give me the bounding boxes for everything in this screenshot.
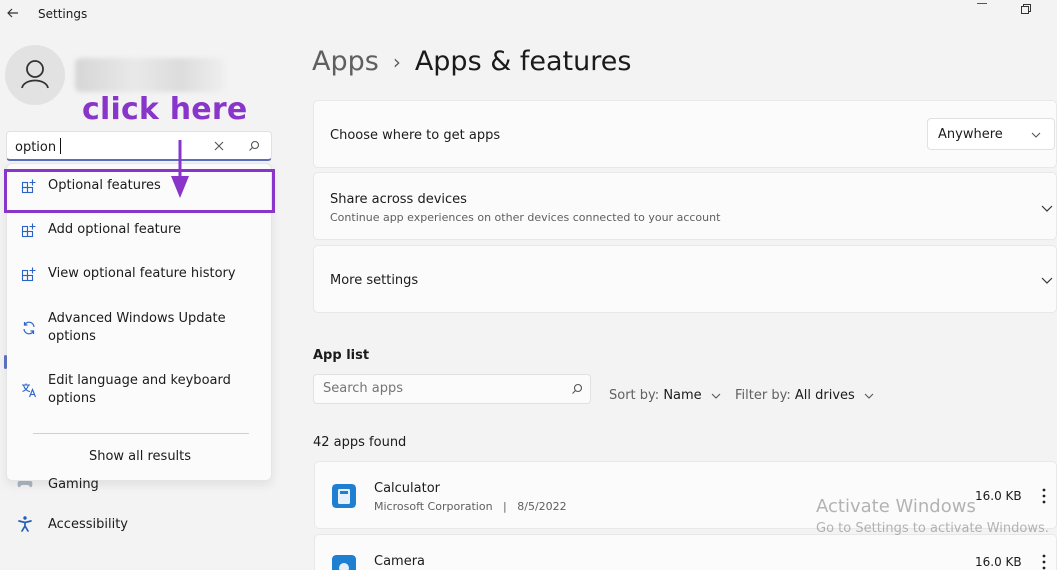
suggestion-label: Edit language and keyboard options (48, 373, 231, 406)
divider (33, 433, 249, 434)
highlight-box (4, 169, 275, 213)
settings-search-box[interactable] (6, 131, 272, 161)
search-icon (572, 383, 583, 394)
back-arrow-icon (7, 8, 18, 18)
meta-separator: | (503, 500, 507, 513)
camera-app-icon (332, 555, 356, 570)
more-options-icon[interactable] (1041, 487, 1047, 505)
suggestion-feature-history[interactable]: View optional feature history (7, 265, 271, 283)
suggestion-label: Add optional feature (48, 222, 182, 237)
suggestion-windows-update[interactable]: Advanced Windows Update options (7, 310, 271, 346)
gamepad-icon (17, 481, 33, 488)
sync-icon (23, 321, 35, 335)
breadcrumb-parent[interactable]: Apps (312, 46, 379, 77)
app-source-dropdown[interactable]: Anywhere (927, 118, 1055, 150)
suggestion-label: Advanced Windows Update options (48, 311, 226, 344)
calculator-app-icon (332, 484, 356, 508)
text-caret (60, 138, 61, 154)
chevron-down-icon (864, 393, 874, 399)
suggestion-label: View optional feature history (48, 266, 236, 281)
chevron-down-icon (1031, 132, 1041, 138)
minimize-icon (977, 3, 987, 4)
sidebar-item-gaming[interactable]: Gaming (16, 475, 99, 493)
page-title: Apps & features (414, 46, 632, 77)
person-icon (21, 60, 49, 89)
breadcrumb-separator-icon: › (392, 49, 401, 74)
app-list-heading: App list (313, 348, 370, 363)
sort-dropdown[interactable]: Sort by: Name (609, 388, 722, 403)
restore-icon (1021, 4, 1031, 14)
sort-label: Sort by: (609, 388, 660, 403)
more-options-icon[interactable] (1041, 553, 1047, 570)
card-title: More settings (330, 273, 419, 288)
activation-watermark-title: Activate Windows (816, 496, 976, 517)
restore-button[interactable] (1019, 0, 1033, 14)
card-subtitle: Continue app experiences on other device… (330, 211, 721, 224)
app-row-calculator[interactable]: Calculator Microsoft Corporation | 8/5/2… (314, 461, 1057, 529)
breadcrumb: Apps › Apps & features (312, 46, 631, 77)
filter-value: All drives (794, 388, 855, 403)
grid-plus-icon (21, 223, 36, 238)
filter-dropdown[interactable]: Filter by: All drives (735, 388, 875, 403)
clear-icon[interactable] (212, 139, 226, 153)
card-choose-source: Choose where to get apps Anywhere (313, 100, 1057, 168)
app-name: Camera (374, 554, 426, 569)
sidebar-item-label: Accessibility (48, 516, 128, 532)
chevron-down-icon[interactable] (1040, 201, 1054, 215)
filter-label: Filter by: (735, 388, 791, 403)
language-icon (22, 383, 37, 398)
apps-count: 42 apps found (313, 435, 407, 450)
window-title: Settings (38, 7, 88, 21)
annotation-arrow-icon (171, 140, 189, 198)
app-publisher: Microsoft Corporation (374, 500, 493, 513)
minimize-button[interactable] (973, 0, 991, 12)
sidebar-item-accessibility[interactable]: Accessibility (16, 515, 128, 533)
app-install-date: 8/5/2022 (517, 500, 567, 513)
card-share-across-devices[interactable]: Share across devices Continue app experi… (313, 172, 1057, 240)
card-more-settings[interactable]: More settings (313, 245, 1057, 313)
app-meta: Microsoft Corporation | 8/5/2022 (374, 500, 567, 513)
annotation-text: click here (82, 92, 248, 127)
user-name-redacted (75, 58, 225, 92)
grid-plus-icon (21, 267, 36, 282)
accessibility-icon (18, 516, 32, 532)
title-bar (0, 0, 1057, 30)
app-search-box[interactable] (313, 374, 591, 404)
chevron-down-icon (711, 393, 721, 399)
app-size: 16.0 KB (975, 489, 1022, 503)
card-title: Choose where to get apps (330, 128, 501, 143)
suggestion-language-keyboard[interactable]: Edit language and keyboard options (7, 372, 271, 408)
activation-watermark-subtitle: Go to Settings to activate Windows. (816, 521, 1049, 536)
app-search-input[interactable] (323, 381, 553, 396)
sidebar-selection-indicator (4, 355, 7, 369)
chevron-down-icon[interactable] (1040, 273, 1054, 287)
app-row-camera[interactable]: Camera 16.0 KB (314, 534, 1057, 570)
user-avatar[interactable] (5, 45, 65, 105)
back-button[interactable] (4, 4, 22, 22)
app-size: 16.0 KB (975, 555, 1022, 569)
card-title: Share across devices (330, 192, 467, 207)
app-name: Calculator (374, 481, 441, 496)
dropdown-value: Anywhere (938, 126, 1003, 142)
search-icon[interactable] (247, 139, 261, 153)
sort-value: Name (663, 388, 702, 403)
suggestion-add-optional-feature[interactable]: Add optional feature (7, 221, 271, 239)
show-all-results-link[interactable]: Show all results (7, 449, 273, 464)
sidebar-item-label: Gaming (48, 476, 99, 492)
